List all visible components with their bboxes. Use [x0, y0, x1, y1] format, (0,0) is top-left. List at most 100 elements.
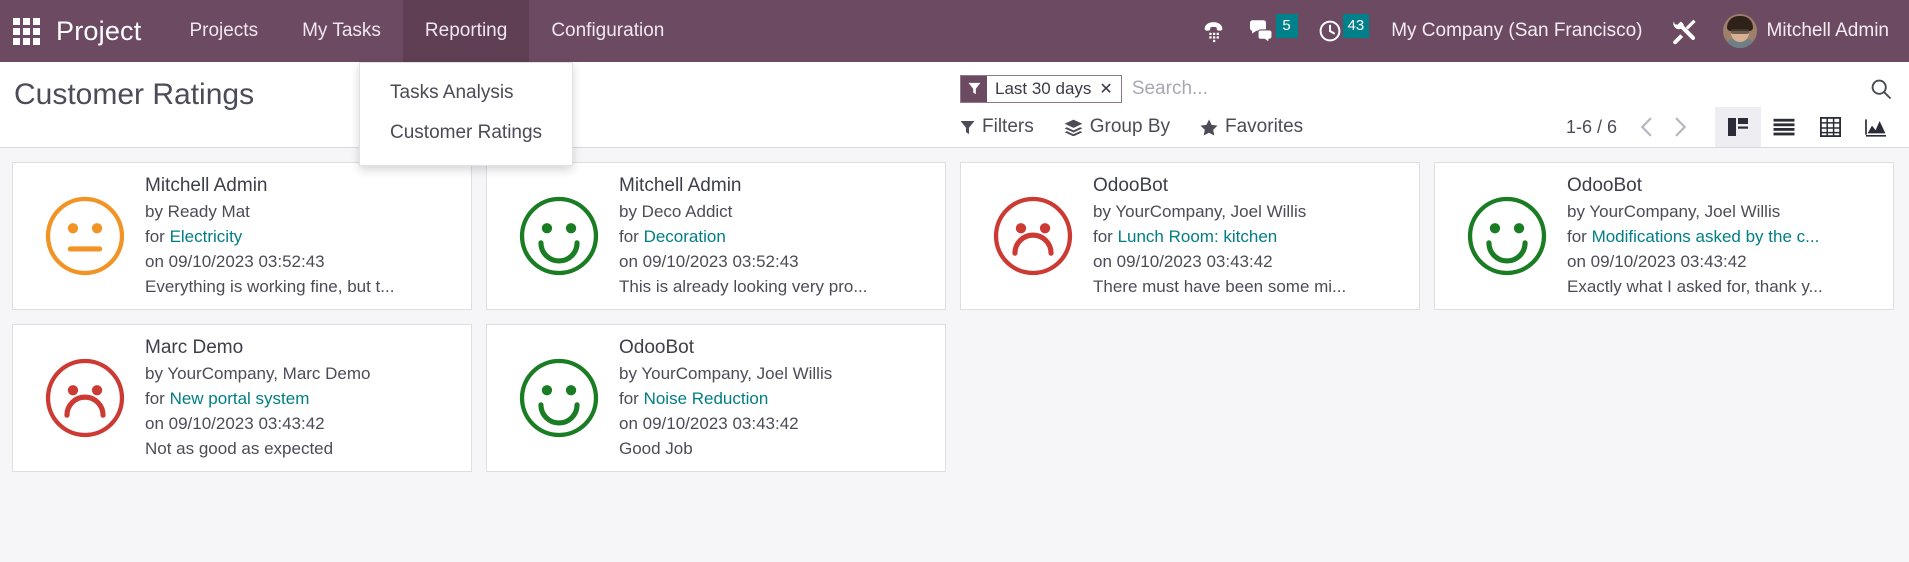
kanban-card[interactable]: Mitchell Admin by Deco Addict for Decora… [486, 162, 946, 310]
rating-date: on 09/10/2023 03:43:42 [1567, 252, 1747, 271]
rating-feedback: Good Job [619, 439, 693, 458]
chevron-right-icon [1674, 117, 1686, 137]
rating-face [25, 193, 145, 279]
search-view: Last 30 days ✕ [960, 62, 1909, 107]
for-prefix: for [1567, 227, 1592, 246]
kanban-card[interactable]: Mitchell Admin by Ready Mat for Electric… [12, 162, 472, 310]
search-input[interactable] [1121, 74, 1853, 103]
view-button-list[interactable] [1761, 107, 1807, 147]
rating-feedback: There must have been some mi... [1093, 277, 1347, 296]
rating-author: by Ready Mat [145, 202, 250, 221]
control-panel: Customer Ratings Last 30 days ✕ F [0, 62, 1909, 148]
sad-face-icon [45, 358, 125, 438]
reporting-dropdown-menu: Tasks Analysis Customer Ratings [359, 62, 573, 166]
resource-link[interactable]: Electricity [170, 227, 243, 246]
rating-partner-name: OdooBot [619, 337, 694, 358]
resource-link[interactable]: Decoration [644, 227, 726, 246]
top-navbar: Project Projects My Tasks Reporting Conf… [0, 0, 1909, 166]
nav-item-projects[interactable]: Projects [167, 0, 280, 62]
rating-date: on 09/10/2023 03:43:42 [145, 414, 325, 433]
kanban-card-body: OdooBot by YourCompany, Joel Willis for … [1093, 174, 1407, 298]
kanban-card-body: Marc Demo by YourCompany, Marc Demo for … [145, 336, 459, 460]
happy-face-icon [519, 358, 599, 438]
tools-wrench-icon [1673, 19, 1696, 44]
rating-partner-name: OdooBot [1093, 175, 1168, 196]
kanban-card-body: Mitchell Admin by Deco Addict for Decora… [619, 174, 933, 298]
favorites-label: Favorites [1225, 116, 1304, 137]
graph-area-icon [1865, 118, 1886, 137]
clock-icon [1319, 20, 1340, 42]
view-button-graph[interactable] [1853, 107, 1899, 147]
menu-item-customer-ratings[interactable]: Customer Ratings [360, 113, 572, 153]
filter-funnel-icon [961, 75, 987, 102]
filters-label: Filters [982, 116, 1034, 137]
kanban-card-body: OdooBot by YourCompany, Joel Willis for … [1567, 174, 1881, 298]
apps-menu-button[interactable] [0, 0, 52, 62]
kanban-card-body: OdooBot by YourCompany, Joel Willis for … [619, 336, 933, 460]
rating-face [1447, 193, 1567, 279]
star-icon [1200, 118, 1218, 136]
activities-counter: 43 [1342, 14, 1370, 38]
list-view-icon [1773, 118, 1795, 136]
layers-stack-icon [1064, 119, 1083, 136]
neutral-face-icon [45, 196, 125, 276]
developer-tools-button[interactable] [1661, 0, 1707, 62]
groupby-label: Group By [1089, 116, 1170, 137]
rating-date: on 09/10/2023 03:52:43 [619, 252, 799, 271]
username-label: Mitchell Admin [1766, 20, 1890, 41]
view-button-kanban[interactable] [1715, 107, 1761, 147]
rating-date: on 09/10/2023 03:52:43 [145, 252, 325, 271]
favorites-dropdown-toggle[interactable]: Favorites [1200, 116, 1319, 138]
happy-face-icon [1467, 196, 1547, 276]
pager-next-button[interactable] [1665, 111, 1695, 143]
resource-link[interactable]: Modifications asked by the c... [1592, 227, 1820, 246]
rating-feedback: Everything is working fine, but t... [145, 277, 395, 296]
for-prefix: for [145, 389, 170, 408]
resource-link[interactable]: Noise Reduction [644, 389, 769, 408]
filters-dropdown-toggle[interactable]: Filters [960, 116, 1050, 138]
nav-item-configuration[interactable]: Configuration [529, 0, 686, 62]
kanban-card[interactable]: Marc Demo by YourCompany, Marc Demo for … [12, 324, 472, 472]
resource-link[interactable]: Lunch Room: kitchen [1118, 227, 1278, 246]
rating-resource: for New portal system [145, 387, 455, 410]
nav-item-reporting[interactable]: Reporting [402, 0, 530, 62]
resource-link[interactable]: New portal system [170, 389, 310, 408]
search-button[interactable] [1853, 70, 1909, 107]
control-panel-right: Last 30 days ✕ Filters [960, 62, 1909, 147]
chevron-left-icon [1640, 117, 1652, 137]
app-brand-project[interactable]: Project [52, 0, 167, 62]
user-menu[interactable]: Mitchell Admin [1711, 14, 1896, 48]
pager-previous-button[interactable] [1631, 111, 1661, 143]
menu-item-tasks-analysis[interactable]: Tasks Analysis [360, 73, 572, 113]
phone-dialpad-icon [1204, 21, 1223, 42]
rating-author: by YourCompany, Marc Demo [145, 364, 371, 383]
chat-bubbles-icon [1249, 20, 1273, 43]
view-button-pivot[interactable] [1807, 107, 1853, 147]
messages-button[interactable]: 5 [1241, 0, 1306, 62]
magnifier-icon [1871, 79, 1891, 99]
rating-date: on 09/10/2023 03:43:42 [619, 414, 799, 433]
company-switcher[interactable]: My Company (San Francisco) [1381, 20, 1656, 42]
nav-item-my-tasks[interactable]: My Tasks [280, 0, 403, 62]
activities-button[interactable]: 43 [1310, 0, 1378, 62]
pivot-table-icon [1819, 117, 1841, 137]
close-icon[interactable]: ✕ [1097, 76, 1120, 102]
sad-face-icon [993, 196, 1073, 276]
pager-value: 1-6 / 6 [1565, 116, 1617, 137]
rating-face [499, 355, 619, 441]
voip-button[interactable] [1191, 0, 1237, 62]
for-prefix: for [619, 227, 644, 246]
rating-partner-name: Mitchell Admin [619, 175, 742, 196]
groupby-dropdown-toggle[interactable]: Group By [1064, 116, 1186, 138]
messages-counter: 5 [1275, 14, 1298, 38]
kanban-card[interactable]: OdooBot by YourCompany, Joel Willis for … [960, 162, 1420, 310]
kanban-card[interactable]: OdooBot by YourCompany, Joel Willis for … [1434, 162, 1894, 310]
filter-funnel-icon [960, 120, 975, 134]
happy-face-icon [519, 196, 599, 276]
rating-partner-name: OdooBot [1567, 175, 1642, 196]
view-switcher [1715, 107, 1909, 147]
rating-resource: for Decoration [619, 225, 929, 248]
apps-grid-icon [12, 17, 40, 45]
search-facet-last-30-days[interactable]: Last 30 days ✕ [960, 74, 1122, 103]
kanban-card[interactable]: OdooBot by YourCompany, Joel Willis for … [486, 324, 946, 472]
